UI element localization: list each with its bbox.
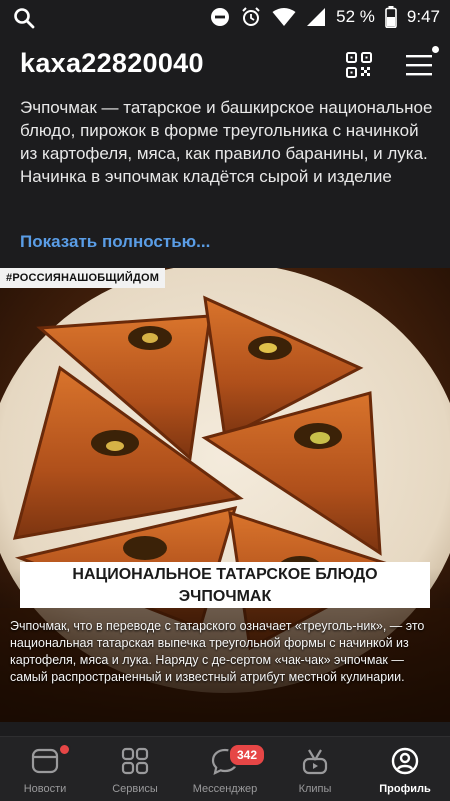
image-title-line1: НАЦИОНАЛЬНОЕ ТАТАРСКОЕ БЛЮДО [72,566,378,583]
image-title-line2: ЭЧПОЧМАК [178,588,272,605]
post-description: Эчпочмак — татарское и башкирское национ… [20,98,433,186]
tab-label-services: Сервисы [112,783,158,795]
news-icon [31,748,59,774]
alarm-icon [240,6,262,28]
signal-icon [306,7,326,27]
search-icon[interactable] [12,6,36,30]
show-more-link[interactable]: Показать полностью... [20,232,210,252]
news-notification-dot [58,743,71,756]
tab-label-news: Новости [23,783,67,795]
menu-notification-dot [432,46,439,53]
qr-code-icon[interactable] [346,52,372,78]
status-time: 9:47 [406,7,440,26]
tab-label-profile: Профиль [379,783,431,795]
post-image[interactable]: #РОССИЯНАШОБЩИЙДОМ НАЦИОНАЛЬНОЕ ТАТАРСКО… [0,268,450,722]
tab-clips[interactable]: Клипы [270,737,360,801]
tab-label-messenger: Мессенджер [192,783,258,795]
clips-icon [302,749,328,775]
tab-label-clips: Клипы [298,783,332,795]
messenger-unread-badge: 342 [228,743,267,767]
tab-profile[interactable]: Профиль [360,737,450,801]
battery-percent: 52 % [336,7,375,26]
menu-icon[interactable] [406,52,434,78]
profile-icon [391,747,419,775]
wifi-icon [272,7,296,27]
tab-news[interactable]: Новости [0,737,90,801]
hashtag-label: #РОССИЯНАШОБЩИЙДОМ [0,268,166,288]
tab-services[interactable]: Сервисы [90,737,180,801]
image-caption: Эчпочмак, что в переводе с татарского оз… [10,619,425,684]
image-title: НАЦИОНАЛЬНОЕ ТАТАРСКОЕ БЛЮДО ЭЧПОЧМАК [20,562,430,608]
status-bar: 52 % 9:47 [0,0,450,34]
profile-username: kaxa22820040 [20,48,204,78]
profile-header: kaxa22820040 [0,34,450,96]
do-not-disturb-icon [210,7,230,27]
tab-messenger[interactable]: 342 Мессенджер [180,737,270,801]
services-icon [121,747,149,775]
battery-icon [385,6,397,28]
bottom-tab-bar: Новости Сервисы 342 Мессенджер Клипы Про… [0,736,450,801]
